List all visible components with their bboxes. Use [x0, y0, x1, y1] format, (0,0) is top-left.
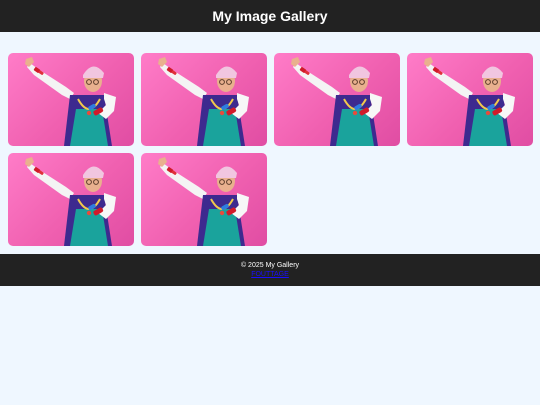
dabbing-woman-photo [25, 157, 116, 246]
footer-link[interactable]: FOUTTAGE [251, 271, 289, 278]
gallery-image[interactable] [407, 53, 533, 146]
gallery-image[interactable] [8, 53, 134, 146]
gallery-image[interactable] [274, 53, 400, 146]
page-header: My Image Gallery [0, 0, 540, 32]
dabbing-woman-photo [424, 57, 515, 146]
gallery-image[interactable] [141, 53, 267, 146]
dabbing-woman-photo [158, 157, 249, 246]
gallery-image[interactable] [141, 153, 267, 246]
dabbing-woman-photo [158, 57, 249, 146]
dabbing-woman-photo [291, 57, 382, 146]
image-gallery [8, 53, 533, 246]
dabbing-woman-photo [25, 57, 116, 146]
gallery-image[interactable] [8, 153, 134, 246]
page-title: My Image Gallery [212, 8, 328, 24]
page-footer: © 2025 My Gallery FOUTTAGE [0, 254, 540, 286]
copyright-text: © 2025 My Gallery [240, 262, 300, 269]
